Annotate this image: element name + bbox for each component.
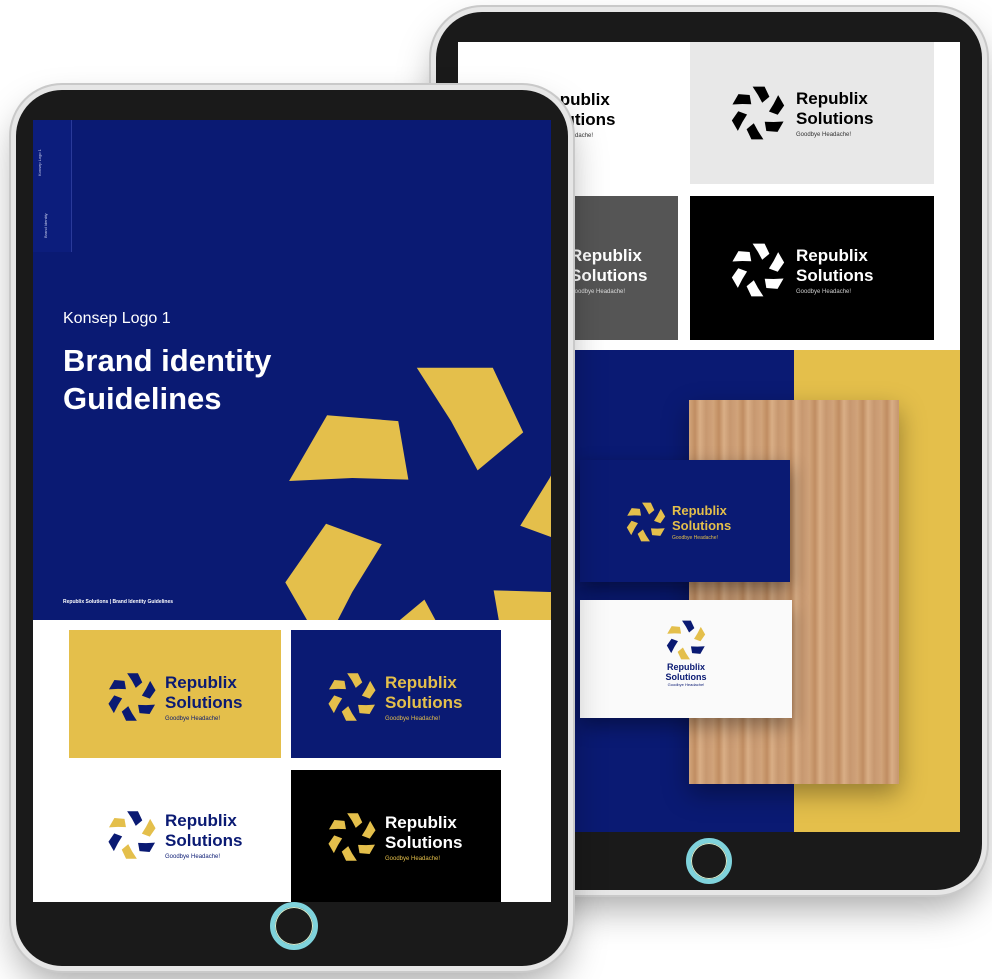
business-card-navy: Republix Solutions Goodbye Headache! — [580, 460, 790, 582]
brand-tagline: Goodbye Headache! — [672, 535, 718, 541]
logo-panel-light-gray: Republix Solutions Goodbye Headache! — [690, 42, 934, 184]
business-card-white: Republix Solutions Goodbye Headache! — [580, 600, 792, 718]
brand-tagline: Goodbye Headache! — [796, 131, 852, 138]
logo-variations-grid: Republix Solutions Goodbye Headache! Repub… — [33, 620, 551, 902]
brand-name-line1: Republix — [385, 672, 457, 692]
republix-logo-icon — [108, 673, 156, 721]
brand-name-line1: Republix — [165, 810, 237, 830]
republix-logo-icon — [731, 243, 785, 297]
brand-name-line2: Solutions — [165, 830, 243, 850]
logo-panel-navy: Republix Solutions Goodbye Headache! — [291, 630, 501, 758]
brand-name-line2: Solutions — [672, 518, 732, 533]
brand-tagline: Goodbye Headache! — [385, 855, 441, 862]
large-logo-graphic — [285, 367, 551, 620]
republix-logo-icon — [328, 673, 376, 721]
republix-logo-icon — [328, 813, 376, 861]
brand-name-line2: Solutions — [796, 265, 874, 285]
brand-name-line2: Solutions — [796, 108, 874, 128]
brand-name-line1: Republix — [672, 503, 727, 518]
brand-tagline: Goodbye Headache! — [165, 853, 221, 860]
republix-logo-icon — [626, 502, 666, 542]
home-button[interactable] — [270, 902, 318, 950]
brand-name-line1: Republix — [796, 88, 868, 108]
guideline-cover: Konsep Logo 1 Brand Identity Konsep Logo… — [33, 120, 551, 620]
side-tab-label-top: Konsep Logo 1 — [37, 149, 42, 176]
logo-panel-white: RepublixSolutions Goodbye Headache! — [69, 770, 281, 898]
brand-lockup: RepublixSolutions Goodbye Headache! — [325, 670, 462, 724]
brand-name-line2: Solutions — [570, 265, 648, 285]
brand-name-line1: Republix — [796, 245, 868, 265]
brand-name-line2: Solutions — [665, 672, 707, 682]
logo-panel-black: Republix Solutions Goodbye Headache! — [690, 196, 934, 340]
front-tablet: Konsep Logo 1 Brand Identity Konsep Logo… — [16, 90, 568, 966]
brand-tagline: Goodbye Headache! — [385, 715, 441, 722]
cover-footer: Republix Solutions | Brand Identity Guid… — [63, 599, 174, 605]
brand-name-line1: Republix — [666, 662, 705, 672]
brand-lockup: RepublixSolutions Goodbye Headache! — [105, 808, 242, 862]
logo-panel-black: Republix Solutions Goodbye Headache! — [291, 770, 501, 902]
brand-name-line2: Solutions — [385, 832, 463, 852]
brand-name-line1: Republix — [165, 672, 237, 692]
brand-tagline: Goodbye Headache! — [796, 288, 852, 295]
republix-logo-icon — [666, 620, 706, 660]
brand-name-line2: Solutions — [165, 692, 243, 712]
business-card-mockup: Republix Solutions Goodbye Headache! Repub… — [574, 350, 960, 832]
brand-tagline: Goodbye Headache! — [667, 682, 705, 687]
brand-lockup: RepublixSolutions Goodbye Headache! — [325, 810, 462, 864]
republix-logo-icon — [731, 86, 785, 140]
front-tablet-screen: Konsep Logo 1 Brand Identity Konsep Logo… — [33, 120, 551, 902]
card-logo-stack: Republix Solutions Goodbye Headache! — [580, 618, 792, 688]
home-button[interactable] — [686, 838, 732, 884]
brand-tagline: Goodbye Headache! — [165, 715, 221, 722]
brand-lockup: RepublixSolutions Goodbye Headache! — [624, 500, 731, 544]
cover-side-tab: Konsep Logo 1 Brand Identity — [33, 120, 72, 252]
brand-tagline: Goodbye Headache! — [570, 288, 626, 295]
brand-name-line1: Republix — [570, 245, 642, 265]
side-tab-label-bottom: Brand Identity — [43, 213, 48, 238]
page-title: Brand identity Guidelines — [63, 343, 272, 416]
brand-name-line2: Solutions — [385, 692, 463, 712]
wood-board — [689, 400, 899, 784]
logo-panel-yellow: Republix Solutions Goodbye Headache! — [69, 630, 281, 758]
republix-logo-icon — [108, 811, 156, 859]
brand-lockup: RepublixSolutions Goodbye Headache! — [728, 240, 873, 300]
brand-lockup: RepublixSolutions Goodbye Headache! — [728, 83, 873, 143]
concept-label: Konsep Logo 1 — [63, 310, 171, 327]
brand-lockup: RepublixSolutions Goodbye Headache! — [105, 670, 242, 724]
brand-name-line1: Republix — [385, 812, 457, 832]
